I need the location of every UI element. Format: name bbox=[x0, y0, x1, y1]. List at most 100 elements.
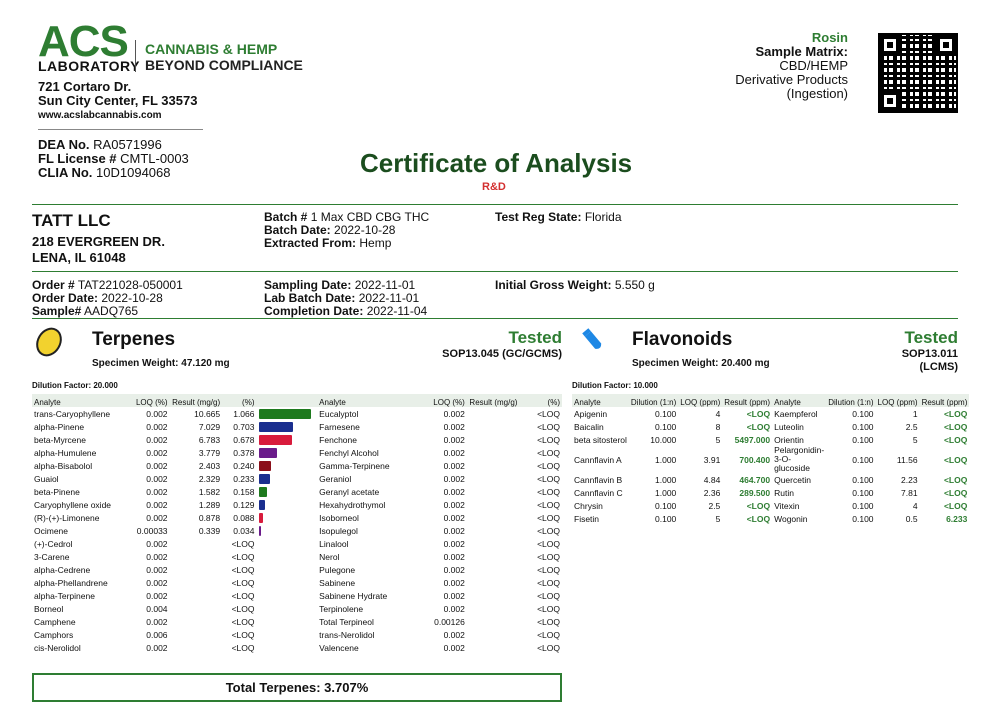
bar-cell bbox=[257, 420, 318, 433]
result-ppm: 700.400 bbox=[739, 454, 771, 465]
test-state-label: Test Reg State: bbox=[495, 210, 582, 224]
loq-value: 4 bbox=[912, 500, 918, 511]
batch-date-label: Batch Date: bbox=[264, 223, 331, 237]
result-percent: <LOQ bbox=[537, 642, 560, 653]
result-ppm: <LOQ bbox=[746, 500, 771, 511]
order-label: Order # bbox=[32, 278, 75, 292]
result-mg bbox=[467, 407, 520, 420]
loq-value: 0.002 bbox=[443, 525, 465, 536]
result-mg bbox=[467, 433, 520, 446]
result-percent: <LOQ bbox=[537, 590, 560, 601]
result-mg bbox=[467, 420, 520, 433]
col-dilution: Dilution (1:n) bbox=[826, 394, 876, 407]
result-percent: <LOQ bbox=[537, 473, 560, 484]
result-percent: <LOQ bbox=[231, 629, 255, 640]
dilution-value: 0.100 bbox=[655, 421, 677, 432]
lab-batch-date-value: 2022-11-01 bbox=[358, 291, 420, 305]
loq-value: 1 bbox=[912, 408, 918, 419]
terpenes-status: Tested bbox=[508, 328, 562, 347]
loq-value: 0.002 bbox=[146, 434, 168, 445]
sampling-date-value: 2022-11-01 bbox=[354, 278, 416, 292]
result-ppm: 6.233 bbox=[946, 513, 968, 524]
clia-value: 10D1094068 bbox=[96, 165, 171, 180]
extracted-label: Extracted From: bbox=[264, 236, 357, 250]
completion-date-label: Completion Date: bbox=[264, 304, 364, 318]
result-ppm: <LOQ bbox=[943, 487, 968, 498]
result-bar bbox=[258, 421, 293, 432]
table-row: Chrysin 0.100 2.5 <LOQ Vitexin 0.100 4 <LOQ bbox=[572, 499, 969, 512]
loq-value: 0.002 bbox=[146, 538, 168, 549]
result-percent: <LOQ bbox=[537, 603, 560, 614]
bar-cell bbox=[257, 537, 318, 550]
analyte-name: alpha-Pinene bbox=[34, 421, 85, 432]
loq-value: 0.002 bbox=[146, 512, 168, 523]
result-mg bbox=[170, 602, 223, 615]
bar-cell bbox=[257, 524, 318, 537]
table-row: Ocimene 0.00033 0.339 0.034 Isopulegol 0.002 <… bbox=[32, 524, 562, 537]
total-terpenes: Total Terpenes: 3.707% bbox=[32, 673, 562, 702]
loq-value: 0.002 bbox=[443, 499, 465, 510]
analyte-name: Borneol bbox=[34, 603, 64, 614]
analyte-name: alpha-Phellandrene bbox=[34, 577, 108, 588]
fl-license-line: FL License # CMTL-0003 bbox=[38, 152, 189, 166]
analyte-name: Cannflavin A bbox=[574, 454, 622, 465]
result-mg: 0.878 bbox=[198, 512, 221, 523]
lab-website[interactable]: www.acslabcannabis.com bbox=[38, 110, 162, 121]
dilution-value: 0.100 bbox=[852, 421, 874, 432]
col-analyte: Analyte bbox=[32, 394, 132, 407]
table-row: Caryophyllene oxide 0.002 1.289 0.129 Hexahy… bbox=[32, 498, 562, 511]
col-dilution: Dilution (1:n) bbox=[628, 394, 679, 407]
result-mg bbox=[170, 576, 223, 589]
table-row: (R)-(+)-Limonene 0.002 0.878 0.088 Isoborneo… bbox=[32, 511, 562, 524]
table-row: alpha-Bisabolol 0.002 2.403 0.240 Gamma-Terp… bbox=[32, 459, 562, 472]
order-date-value: 2022-10-28 bbox=[101, 291, 163, 305]
loq-value: 2.5 bbox=[905, 421, 918, 432]
order-value: TAT221028-050001 bbox=[77, 278, 183, 292]
analyte-name: alpha-Cedrene bbox=[34, 564, 91, 575]
result-bar bbox=[258, 408, 311, 419]
loq-value: 0.002 bbox=[443, 434, 465, 445]
flavonoids-method: SOP13.011 (LCMS) bbox=[902, 348, 958, 374]
batch-date-value: 2022-10-28 bbox=[334, 223, 396, 237]
analyte-name: 3-Carene bbox=[34, 551, 70, 562]
result-percent: <LOQ bbox=[537, 629, 560, 640]
qr-code[interactable] bbox=[878, 33, 958, 113]
col-loq: LOQ (%) bbox=[422, 394, 467, 407]
bar-cell bbox=[257, 615, 318, 628]
result-mg: 0.339 bbox=[198, 525, 221, 536]
loq-value: 0.002 bbox=[146, 473, 168, 484]
loq-value: 0.002 bbox=[443, 408, 465, 419]
analyte-name: Farnesene bbox=[319, 421, 360, 432]
loq-value: 0.002 bbox=[146, 551, 168, 562]
table-row: Fisetin 0.100 5 <LOQ Wogonin 0.100 0.5 6.233 bbox=[572, 512, 969, 525]
bar-cell bbox=[257, 459, 318, 472]
table-row: Cannflavin C 1.000 2.36 289.500 Rutin 0.100 7.… bbox=[572, 486, 969, 499]
table-row: cis-Nerolidol 0.002 <LOQ Valencene 0.002 <LOQ bbox=[32, 641, 562, 654]
qr-finder bbox=[880, 35, 900, 55]
loq-value: 0.002 bbox=[443, 460, 465, 471]
col-result: Result (ppm) bbox=[722, 394, 773, 407]
result-ppm: <LOQ bbox=[943, 454, 968, 465]
result-mg bbox=[467, 485, 520, 498]
flavonoids-title: Flavonoids bbox=[632, 329, 733, 350]
result-percent: <LOQ bbox=[231, 577, 255, 588]
analyte-name: alpha-Humulene bbox=[34, 447, 97, 458]
loq-value: 5 bbox=[912, 434, 918, 445]
analyte-name: Fenchyl Alcohol bbox=[319, 447, 379, 458]
result-percent: <LOQ bbox=[231, 564, 255, 575]
analyte-name: (+)-Cedrol bbox=[34, 538, 73, 549]
analyte-name: (R)-(+)-Limonene bbox=[34, 512, 100, 523]
result-mg: 2.403 bbox=[198, 460, 221, 471]
report-type: R&D bbox=[482, 181, 506, 193]
analyte-name: Hexahydrothymol bbox=[319, 499, 386, 510]
result-percent: <LOQ bbox=[231, 603, 255, 614]
table-row: Borneol 0.004 <LOQ Terpinolene 0.002 <LOQ bbox=[32, 602, 562, 615]
result-percent: 0.240 bbox=[233, 460, 255, 471]
result-mg bbox=[467, 563, 520, 576]
dates-info: Sampling Date: 2022-11-01 Lab Batch Date… bbox=[264, 279, 427, 318]
result-ppm: <LOQ bbox=[746, 513, 771, 524]
result-percent: <LOQ bbox=[537, 551, 560, 562]
result-percent: <LOQ bbox=[537, 577, 560, 588]
result-mg: 7.029 bbox=[198, 421, 221, 432]
analyte-name: Wogonin bbox=[774, 513, 808, 524]
